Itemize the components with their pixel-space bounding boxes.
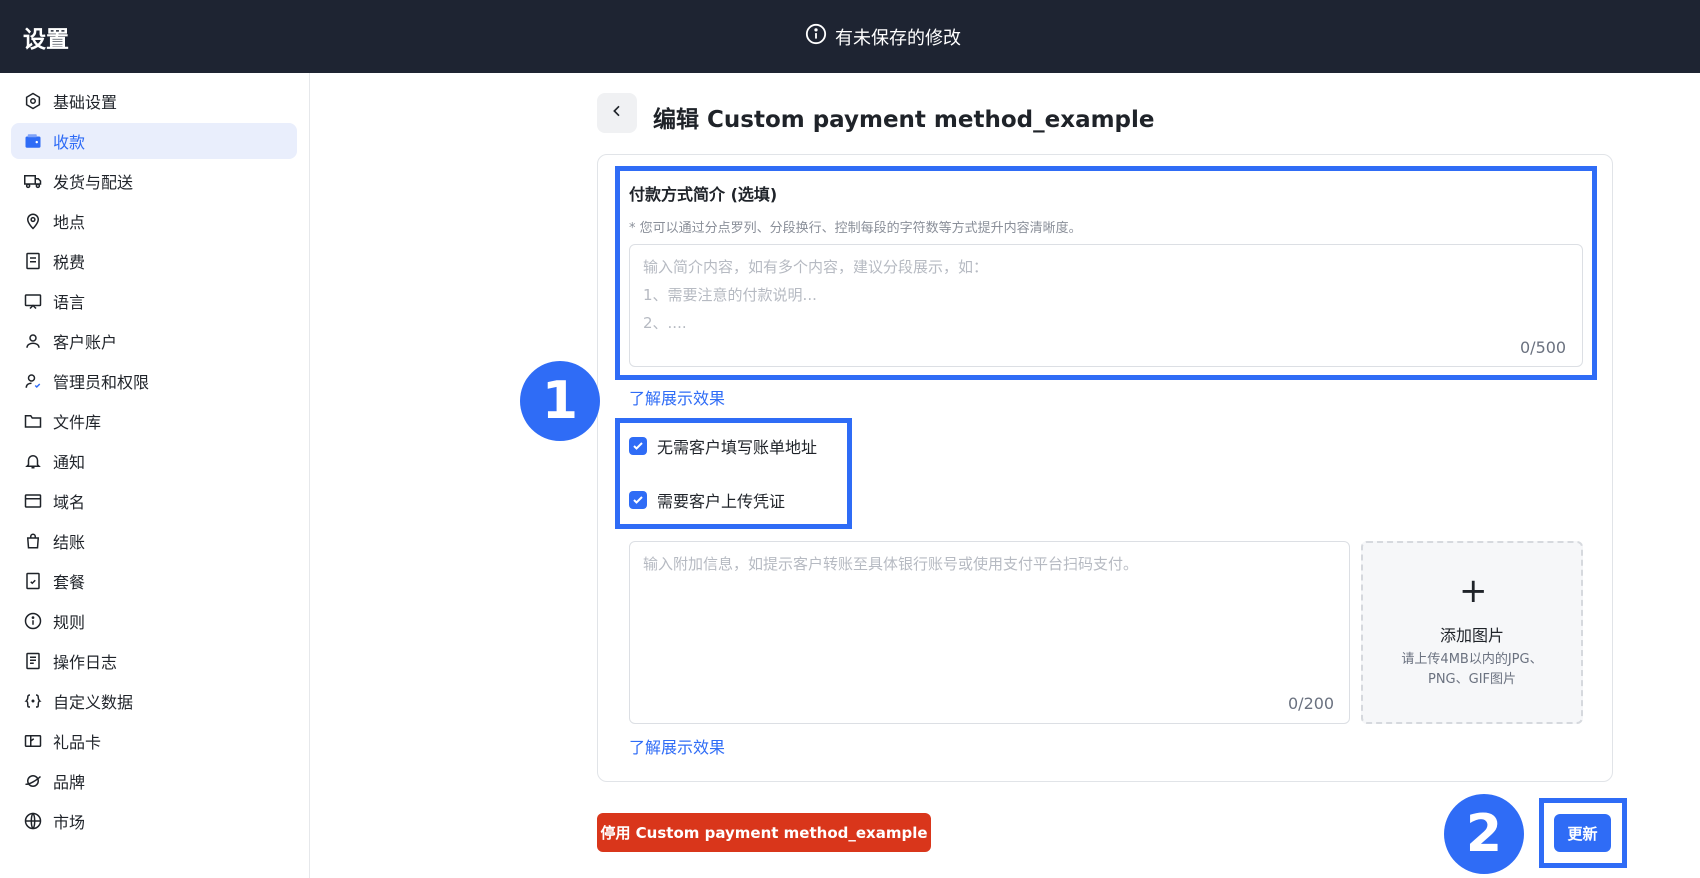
sidebar-item-domains[interactable]: 域名 bbox=[11, 483, 297, 519]
gift-card-icon bbox=[24, 732, 42, 750]
user-icon bbox=[24, 332, 42, 350]
sidebar-item-languages[interactable]: 语言 bbox=[11, 283, 297, 319]
sidebar-item-label: 套餐 bbox=[53, 573, 86, 592]
hexagon-settings-icon bbox=[24, 92, 42, 110]
sidebar-item-brand[interactable]: 品牌 bbox=[11, 763, 297, 799]
sidebar-item-checkout[interactable]: 结账 bbox=[11, 523, 297, 559]
sidebar-item-label: 管理员和权限 bbox=[53, 373, 150, 392]
globe-icon bbox=[24, 812, 42, 830]
step-badge-1: 1 bbox=[520, 361, 600, 441]
settings-sidebar: 基础设置 收款 发货与配送 地点 税费 语言 客户账户 管理员和权限 文件库 通… bbox=[0, 73, 310, 878]
sidebar-item-label: 规则 bbox=[53, 613, 86, 632]
receipt-icon bbox=[24, 252, 42, 270]
sidebar-item-customer-accounts[interactable]: 客户账户 bbox=[11, 323, 297, 359]
plan-icon bbox=[24, 572, 42, 590]
unsaved-text: 有未保存的修改 bbox=[835, 27, 961, 49]
highlight-box-options bbox=[615, 418, 852, 529]
info-circle-icon bbox=[805, 23, 827, 50]
learn-display-effect-link[interactable]: 了解展示效果 bbox=[629, 385, 725, 409]
sidebar-item-admins-permissions[interactable]: 管理员和权限 bbox=[11, 363, 297, 399]
sidebar-item-label: 品牌 bbox=[53, 773, 86, 792]
sidebar-item-plans[interactable]: 套餐 bbox=[11, 563, 297, 599]
truck-icon bbox=[24, 172, 42, 190]
sidebar-item-payments[interactable]: 收款 bbox=[11, 123, 297, 159]
plus-icon: + bbox=[1459, 571, 1488, 611]
disable-payment-method-button[interactable]: 停用 Custom payment method_example bbox=[597, 813, 931, 852]
language-icon bbox=[24, 292, 42, 310]
chevron-left-icon bbox=[609, 103, 625, 123]
custom-data-icon bbox=[24, 692, 42, 710]
sidebar-item-label: 文件库 bbox=[53, 413, 102, 432]
upload-hint: 请上传4MB以内的JPG、 PNG、GIF图片 bbox=[1380, 650, 1564, 690]
add-image-label: 添加图片 bbox=[1439, 626, 1504, 645]
sidebar-item-label: 客户账户 bbox=[53, 333, 118, 352]
upload-hint-line: PNG、GIF图片 bbox=[1427, 672, 1517, 687]
bell-icon bbox=[24, 452, 42, 470]
sidebar-item-activity-log[interactable]: 操作日志 bbox=[11, 643, 297, 679]
back-button[interactable] bbox=[597, 93, 637, 133]
folder-icon bbox=[24, 412, 42, 430]
learn-display-effect-link-2[interactable]: 了解展示效果 bbox=[629, 734, 725, 758]
user-permission-icon bbox=[24, 372, 42, 390]
location-pin-icon bbox=[24, 212, 42, 230]
sidebar-item-notifications[interactable]: 通知 bbox=[11, 443, 297, 479]
sidebar-item-label: 通知 bbox=[53, 453, 86, 472]
settings-title: 设置 bbox=[23, 27, 69, 53]
sidebar-item-label: 税费 bbox=[53, 253, 86, 272]
sidebar-item-label: 结账 bbox=[53, 533, 86, 552]
extra-char-counter: 0/200 bbox=[1288, 694, 1335, 713]
upload-hint-line: 请上传4MB以内的JPG、 bbox=[1401, 652, 1543, 667]
sidebar-item-label: 地点 bbox=[53, 213, 86, 232]
sidebar-item-label: 基础设置 bbox=[53, 93, 118, 112]
sidebar-item-label: 域名 bbox=[53, 493, 86, 512]
sidebar-item-label: 收款 bbox=[53, 133, 86, 152]
sidebar-item-files[interactable]: 文件库 bbox=[11, 403, 297, 439]
sidebar-item-taxes[interactable]: 税费 bbox=[11, 243, 297, 279]
sidebar-item-basic-settings[interactable]: 基础设置 bbox=[11, 83, 297, 119]
sidebar-item-label: 礼品卡 bbox=[53, 733, 102, 752]
extra-info-placeholder: 输入附加信息，如提示客户转账至具体银行账号或使用支付平台扫码支付。 bbox=[643, 555, 1139, 573]
brand-icon bbox=[24, 772, 42, 790]
sidebar-item-label: 发货与配送 bbox=[53, 173, 134, 192]
sidebar-item-locations[interactable]: 地点 bbox=[11, 203, 297, 239]
step-badge-2: 2 bbox=[1444, 794, 1524, 874]
sidebar-item-label: 语言 bbox=[53, 293, 86, 312]
top-bar: 设置 有未保存的修改 bbox=[0, 0, 1700, 73]
info-circle-icon bbox=[24, 612, 42, 630]
unsaved-changes-notice: 有未保存的修改 bbox=[805, 23, 961, 50]
sidebar-item-rules[interactable]: 规则 bbox=[11, 603, 297, 639]
sidebar-item-label: 市场 bbox=[53, 813, 86, 832]
sidebar-item-gift-cards[interactable]: 礼品卡 bbox=[11, 723, 297, 759]
log-icon bbox=[24, 652, 42, 670]
sidebar-item-label: 操作日志 bbox=[53, 653, 118, 672]
sidebar-item-label: 自定义数据 bbox=[53, 693, 134, 712]
bag-icon bbox=[24, 532, 42, 550]
wallet-icon bbox=[24, 132, 42, 150]
page-title: 编辑 Custom payment method_example bbox=[653, 107, 1155, 133]
sidebar-item-shipping[interactable]: 发货与配送 bbox=[11, 163, 297, 199]
highlight-box-intro bbox=[615, 166, 1597, 380]
domain-icon bbox=[24, 492, 42, 510]
highlight-box-update bbox=[1539, 798, 1627, 868]
sidebar-item-markets[interactable]: 市场 bbox=[11, 803, 297, 839]
sidebar-item-custom-data[interactable]: 自定义数据 bbox=[11, 683, 297, 719]
